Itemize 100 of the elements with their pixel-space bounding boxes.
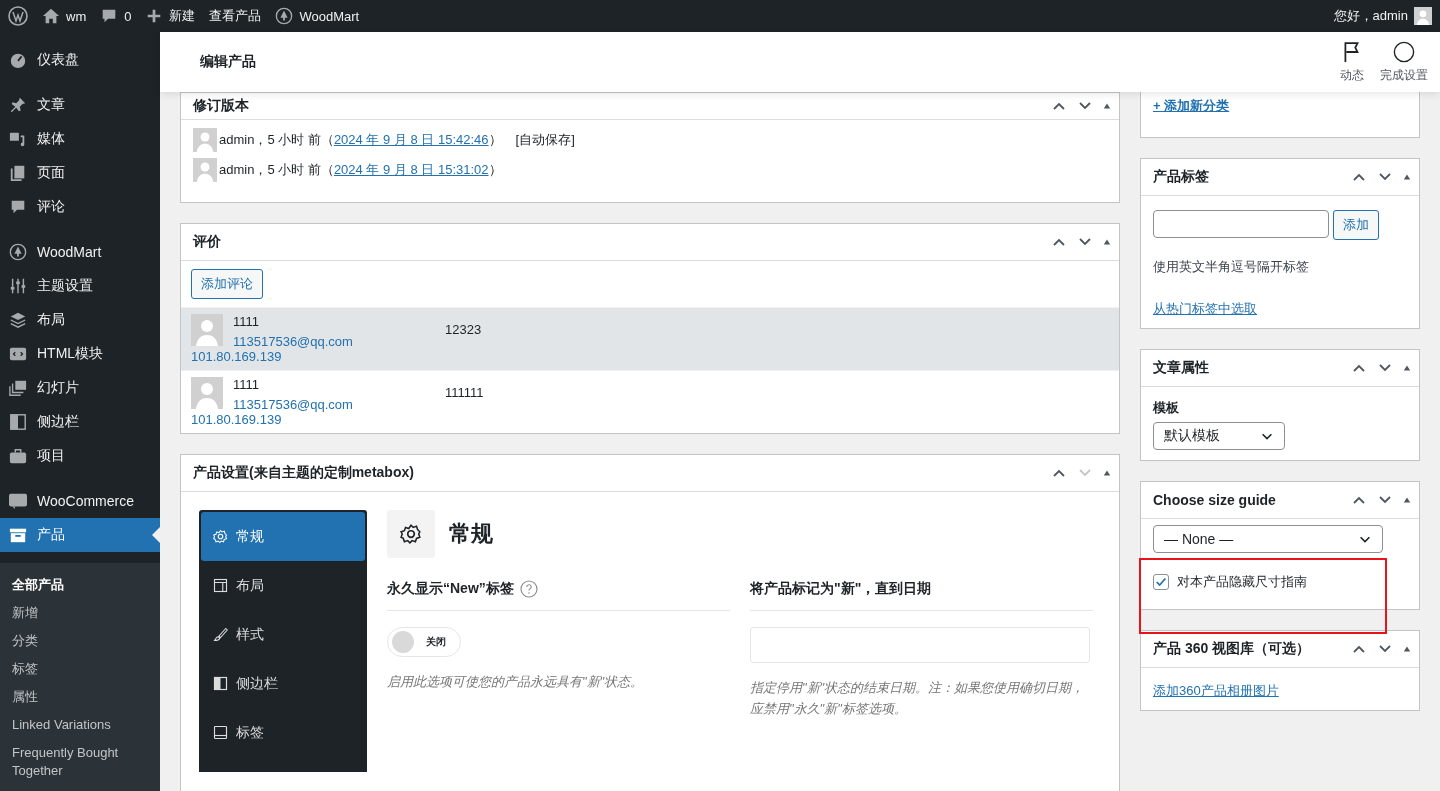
layers-icon (9, 311, 27, 329)
submenu-item[interactable]: 属性 (0, 683, 160, 711)
admin-bar-item[interactable]: wm (42, 7, 87, 25)
collapse-triangle-icon[interactable] (1403, 645, 1411, 653)
tree-icon (9, 243, 27, 261)
gauge-icon (9, 51, 27, 69)
ip-link[interactable]: 101.80.169.139 (191, 412, 395, 427)
menu-item[interactable]: 媒体 (0, 122, 160, 156)
submenu-item[interactable]: 新增 (0, 599, 160, 627)
menu-label: WoodMart (37, 244, 102, 260)
checkbox[interactable] (1153, 574, 1169, 590)
menu-label: 仪表盘 (37, 51, 79, 69)
collapse-triangle-icon[interactable] (1103, 469, 1111, 477)
template-select[interactable]: 默认模板 (1153, 422, 1285, 450)
template-label: 模板 (1153, 399, 1180, 417)
menu-item[interactable]: 页面 (0, 156, 160, 190)
account-menu[interactable]: 您好，admin (1333, 7, 1432, 25)
menu-label: 幻灯片 (37, 379, 79, 397)
settings-tab[interactable]: 侧边栏 (201, 659, 365, 708)
gear-icon (400, 523, 422, 545)
revision-date-link[interactable]: 2024 年 9 月 8 日 15:31:02 (333, 162, 489, 177)
progress-circle-icon (1393, 40, 1415, 63)
review-author: 1111 (233, 377, 261, 392)
menu-item[interactable]: 项目 (0, 439, 160, 473)
page-title: 编辑产品 (200, 53, 256, 71)
checkbox-label: 对本产品隐藏尺寸指南 (1177, 573, 1307, 591)
greeting-text: 您好，admin (1333, 7, 1408, 25)
settings-tab[interactable]: 常规 (201, 512, 365, 561)
size-guide-select[interactable]: — None — (1153, 525, 1383, 553)
email-link[interactable]: 113517536@qq.com (233, 397, 353, 412)
collapse-triangle-icon[interactable] (1103, 102, 1111, 110)
menu-item[interactable]: HTML模块 (0, 337, 160, 371)
date-input[interactable] (750, 627, 1090, 663)
add-review-button[interactable]: 添加评论 (191, 269, 263, 299)
avatar-icon (191, 377, 223, 409)
menu-item[interactable]: WooCommerce (0, 484, 160, 518)
avatar-icon (191, 314, 223, 346)
sliders-icon (9, 277, 27, 295)
camera-note-icon (9, 130, 27, 148)
box-title: 产品设置(来自主题的定制metabox) (193, 464, 414, 482)
email-link[interactable]: 113517536@qq.com (233, 334, 353, 349)
settings-tab[interactable]: 标签 (201, 708, 365, 757)
menu-label: 页面 (37, 164, 65, 182)
ip-link[interactable]: 101.80.169.139 (191, 349, 395, 364)
menu-item[interactable]: 仪表盘 (0, 43, 160, 77)
collapse-triangle-icon[interactable] (1103, 238, 1111, 246)
review-text: 12323 (445, 321, 482, 339)
menu-label: 项目 (37, 447, 65, 465)
settings-tab[interactable]: 布局 (201, 561, 365, 610)
submenu-item[interactable]: 全部产品 (0, 571, 160, 599)
menu-item[interactable]: 侧边栏 (0, 405, 160, 439)
collapse-triangle-icon[interactable] (1403, 496, 1411, 504)
panel-icon (213, 725, 228, 740)
header-action-button[interactable]: 动态 (1340, 40, 1364, 84)
brush-icon (213, 627, 228, 642)
submenu-item[interactable]: 标签 (0, 655, 160, 683)
admin-bar-item[interactable]: 新建 (145, 7, 196, 25)
avatar-icon (193, 158, 217, 182)
menu-label: HTML模块 (37, 345, 104, 363)
menu-item[interactable]: 幻灯片 (0, 371, 160, 405)
wordpress-logo-icon[interactable] (8, 6, 28, 26)
briefcase-icon (9, 447, 27, 465)
submenu-item[interactable]: 分类 (0, 627, 160, 655)
field-description: 指定停用"新"状态的结束日期。注：如果您使用确切日期，应禁用"永久"新"标签选项。 (750, 679, 1086, 718)
add-gallery-link[interactable]: 添加360产品相册图片 (1153, 683, 1279, 698)
revision-entry: admin，5 小时 前（2024 年 9 月 8 日 15:31:02） (219, 161, 502, 179)
settings-tab[interactable]: 样式 (201, 610, 365, 659)
submenu-item[interactable]: Linked Variations (0, 711, 160, 739)
collapse-triangle-icon[interactable] (1403, 364, 1411, 372)
admin-bar-item[interactable]: WoodMart (275, 7, 360, 25)
menu-item[interactable]: 主题设置 (0, 269, 160, 303)
menu-label: 布局 (37, 311, 65, 329)
menu-item[interactable]: 文章 (0, 88, 160, 122)
menu-label: WooCommerce (37, 493, 134, 509)
review-text: 111111 (445, 384, 484, 402)
revision-date-link[interactable]: 2024 年 9 月 8 日 15:42:46 (333, 132, 489, 147)
current-notch-icon (152, 527, 160, 543)
header-action-button[interactable]: 完成设置 (1380, 40, 1428, 84)
menu-item[interactable]: 布局 (0, 303, 160, 337)
add-category-link[interactable]: + 添加新分类 (1153, 98, 1230, 113)
tag-input[interactable] (1153, 210, 1329, 238)
admin-bar-item[interactable]: 0 (100, 7, 132, 25)
popular-tags-link[interactable]: 从热门标签中选取 (1153, 301, 1257, 316)
submenu-item[interactable]: Frequently Bought Together (0, 739, 160, 785)
menu-label: 主题设置 (37, 277, 93, 295)
menu-item[interactable]: WoodMart (0, 235, 160, 269)
help-icon[interactable] (519, 580, 538, 598)
collapse-triangle-icon[interactable] (1403, 173, 1411, 181)
add-tag-button[interactable]: 添加 (1333, 210, 1379, 240)
menu-label: 文章 (37, 96, 65, 114)
pages-icon (9, 164, 27, 182)
home-icon (42, 7, 60, 25)
avatar-icon (193, 128, 217, 152)
menu-item[interactable]: 评论 (0, 190, 160, 224)
autosave-note: [自动保存] (515, 131, 575, 149)
menu-label: 侧边栏 (37, 413, 79, 431)
menu-item[interactable]: 产品 (0, 518, 160, 552)
admin-bar-item[interactable]: 查看产品 (209, 7, 262, 25)
layout-icon (213, 578, 228, 593)
pushpin-icon (9, 96, 27, 114)
